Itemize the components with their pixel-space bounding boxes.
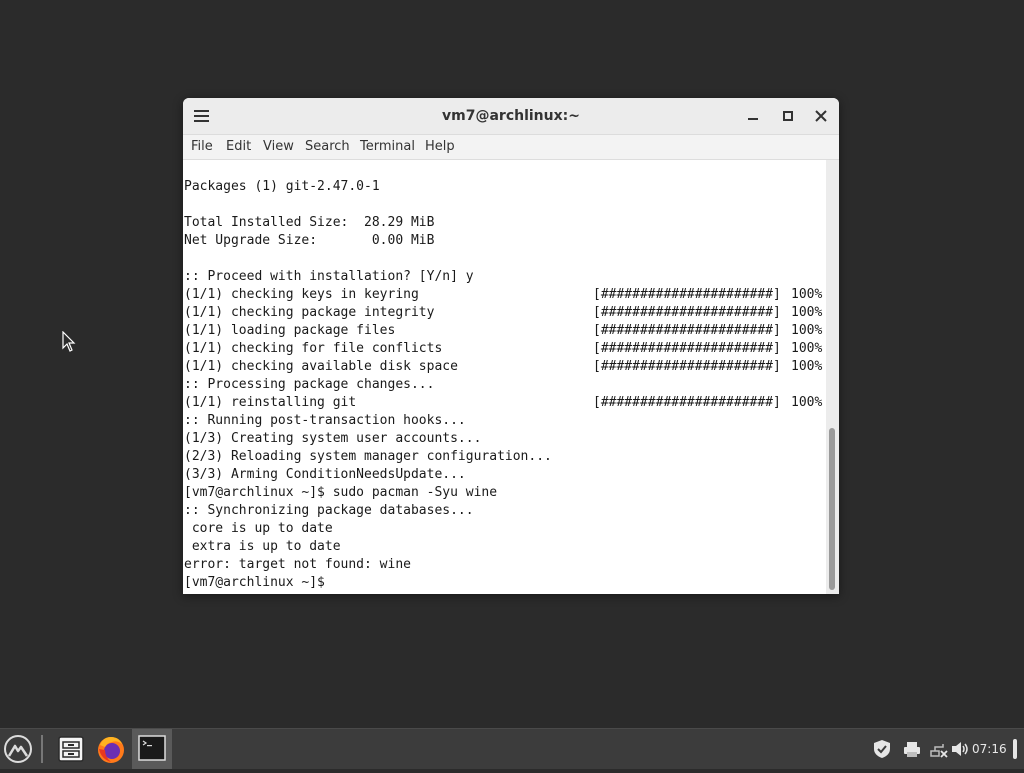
terminal-line: (1/3) Creating system user accounts... — [184, 430, 552, 448]
terminal-line-text: [vm7@archlinux ~]$ sudo pacman -Syu wine — [184, 485, 498, 500]
terminal-line: (1/1) checking package integrity [#######… — [184, 304, 822, 322]
title-bar[interactable]: vm7@archlinux:~ — [183, 98, 839, 135]
terminal-line: Net Upgrade Size: 0.00 MiB — [184, 232, 552, 250]
terminal-line-text: core is up to date — [184, 521, 333, 536]
terminal-line: (1/1) loading package files [############… — [184, 322, 822, 340]
terminal-line-text: (1/1) checking keys in keyring — [184, 287, 419, 302]
terminal-lines: Packages (1) git-2.47.0-1 Total Installed… — [184, 178, 822, 592]
minimize-button[interactable] — [743, 106, 763, 126]
terminal-line: (1/1) checking available disk space [####… — [184, 358, 822, 376]
terminal-line-text: :: Running post-transaction hooks... — [184, 413, 466, 428]
terminal-line-text: (1/1) checking available disk space — [184, 359, 458, 374]
terminal-line-text: [vm7@archlinux ~]$ — [184, 575, 333, 590]
terminal-line: :: Running post-transaction hooks... — [184, 412, 552, 430]
terminal-line: :: Proceed with installation? [Y/n] y — [184, 268, 552, 286]
progress-bar-text: [######################] — [593, 287, 781, 302]
terminal-line-text: Net Upgrade Size: 0.00 MiB — [184, 233, 435, 248]
terminal-line-text: Packages (1) git-2.47.0-1 — [184, 179, 380, 194]
menu-bar: File Edit View Search Terminal Help — [183, 135, 839, 160]
menu-help[interactable]: Help — [425, 135, 455, 159]
terminal-line-text: (1/3) Creating system user accounts... — [184, 431, 482, 446]
files-icon[interactable] — [55, 733, 87, 765]
progress-percent: 100% — [791, 359, 823, 374]
terminal-line-text: (1/1) reinstalling git — [184, 395, 357, 410]
volume-icon[interactable] — [950, 739, 970, 759]
terminal-line: (1/1) checking keys in keyring [#########… — [184, 286, 822, 304]
taskbar-separator — [41, 735, 43, 763]
menu-file[interactable]: File — [191, 135, 213, 159]
terminal-line: core is up to date — [184, 520, 552, 538]
mouse-pointer-icon — [62, 330, 76, 357]
terminal-line-text: (3/3) Arming ConditionNeedsUpdate... — [184, 467, 466, 482]
terminal-line: error: target not found: wine — [184, 556, 552, 574]
progress-bar-text: [######################] — [593, 359, 781, 374]
progress-bar-text: [######################] — [593, 323, 781, 338]
progress-percent: 100% — [791, 341, 823, 356]
taskbar: 07:16 — [0, 728, 1024, 769]
terminal-line: Packages (1) git-2.47.0-1 — [184, 178, 552, 196]
maximize-button[interactable] — [777, 106, 797, 126]
terminal-line-text: :: Proceed with installation? [Y/n] y — [184, 269, 474, 284]
network-icon[interactable] — [929, 739, 949, 759]
terminal-line-text: extra is up to date — [184, 539, 341, 554]
terminal-line-text: :: Processing package changes... — [184, 377, 435, 392]
terminal-line: (3/3) Arming ConditionNeedsUpdate... — [184, 466, 552, 484]
menu-view[interactable]: View — [263, 135, 294, 159]
terminal-line-text: Total Installed Size: 28.29 MiB — [184, 215, 435, 230]
terminal-line-text: :: Synchronizing package databases... — [184, 503, 474, 518]
firefox-icon[interactable] — [95, 733, 127, 765]
shield-icon[interactable] — [872, 739, 892, 759]
terminal-line: :: Processing package changes... — [184, 376, 552, 394]
terminal-line-text: (1/1) checking package integrity — [184, 305, 435, 320]
hamburger-menu-icon[interactable] — [192, 106, 212, 126]
scrollbar-thumb[interactable] — [829, 428, 835, 590]
terminal-line: :: Synchronizing package databases... — [184, 502, 552, 520]
menu-terminal[interactable]: Terminal — [360, 135, 415, 159]
progress-bar-text: [######################] — [593, 395, 781, 410]
terminal-line: Total Installed Size: 28.29 MiB — [184, 214, 552, 232]
progress-percent: 100% — [791, 287, 823, 302]
progress-bar-text: [######################] — [593, 305, 781, 320]
terminal-line: (1/1) checking for file conflicts [######… — [184, 340, 822, 358]
terminal-line-text: error: target not found: wine — [184, 557, 411, 572]
progress-percent: 100% — [791, 323, 823, 338]
terminal-output[interactable]: Packages (1) git-2.47.0-1 Total Installed… — [183, 160, 826, 594]
terminal-line-text: (2/3) Reloading system manager configura… — [184, 449, 552, 464]
printer-icon[interactable] — [902, 739, 922, 759]
terminal-line-text: (1/1) checking for file conflicts — [184, 341, 443, 356]
terminal-line: [vm7@archlinux ~]$ sudo pacman -Syu wine — [184, 484, 552, 502]
terminal-line-text: (1/1) loading package files — [184, 323, 396, 338]
menu-search[interactable]: Search — [305, 135, 350, 159]
scrollbar[interactable] — [826, 160, 839, 594]
terminal-window[interactable]: vm7@archlinux:~ File Edit View Search Te… — [183, 98, 839, 594]
terminal-icon — [138, 735, 166, 761]
terminal-line: [vm7@archlinux ~]$ — [184, 574, 552, 592]
terminal-line: (1/1) reinstalling git [#################… — [184, 394, 822, 412]
close-button[interactable] — [811, 106, 831, 126]
menu-edit[interactable]: Edit — [226, 135, 251, 159]
progress-percent: 100% — [791, 395, 823, 410]
window-title: vm7@archlinux:~ — [442, 108, 580, 124]
progress-bar-text: [######################] — [593, 341, 781, 356]
terminal-line: extra is up to date — [184, 538, 552, 556]
terminal-taskbar-button[interactable] — [132, 729, 172, 769]
terminal-line: (2/3) Reloading system manager configura… — [184, 448, 552, 466]
close-icon — [815, 110, 827, 122]
app-menu-icon[interactable] — [2, 733, 34, 765]
progress-percent: 100% — [791, 305, 823, 320]
clock[interactable]: 07:16 — [972, 729, 1007, 769]
show-desktop-handle[interactable] — [1012, 737, 1018, 761]
